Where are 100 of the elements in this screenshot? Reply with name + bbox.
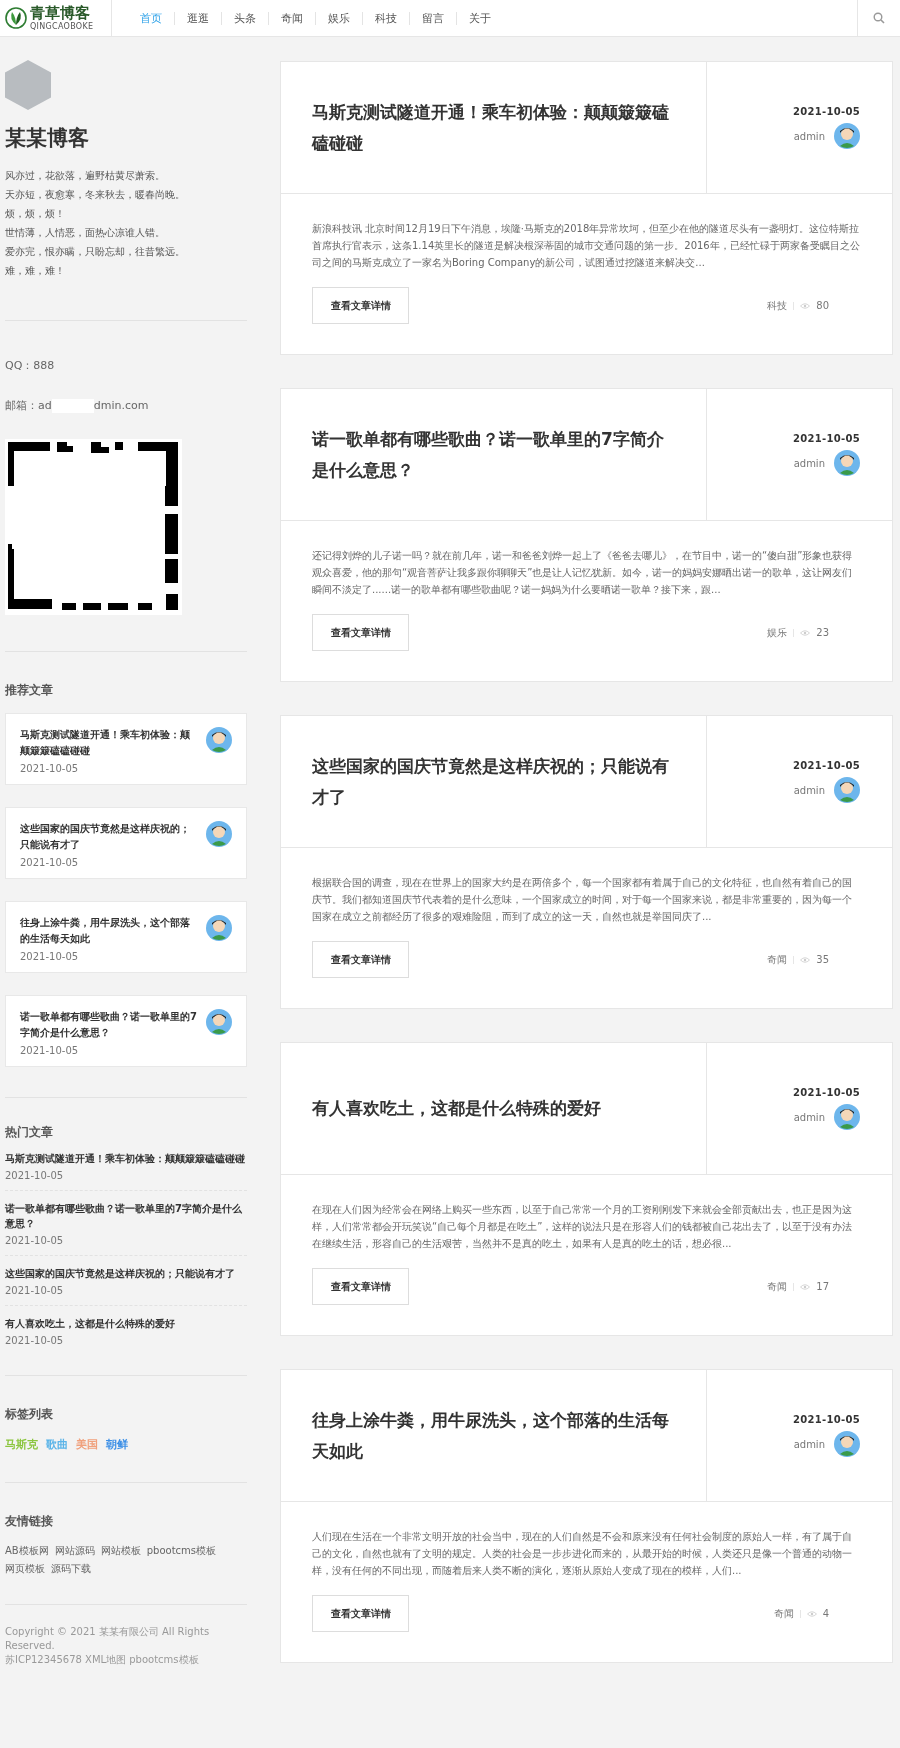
article-title[interactable]: 诺一歌单都有哪些歌曲？诺一歌单里的7字简介是什么意思？ [20,1009,198,1041]
leaf-logo-icon [5,7,27,29]
nav-link[interactable]: 科技 [362,11,409,25]
section-heading: 标签列表 [5,1406,54,1423]
qq-text: QQ：888 [5,359,55,373]
bio-line: 世情薄，人情恶，面热心凉谁人错。 [5,226,166,240]
article-title[interactable]: 诺一歌单都有哪些歌曲？诺一歌单里的7字简介是什么意思？ [5,1201,247,1231]
post-excerpt: 新浪科技讯 北京时间12月19日下午消息，埃隆·马斯克的2018年异常坎坷，但至少在他的隧道尽头有一盏明灯。这位特斯拉首席执行官表示，这条1.14英里长的隧道是解决根深蒂固的城市交通问题的第一步。2016年，已经忙碌于两家备受瞩目之公司之间的马斯克成立了一家名为Boring Company的新公司，试图通过挖隧道来解决交... [312,222,861,270]
post-date: 2021-10-05 [793,433,860,444]
email-text: 邮箱：ad [5,399,52,413]
copyright-text: Copyright © 2021 某某有限公司 All Rights Reserved. [5,1625,211,1653]
nav-link[interactable]: 关于 [456,11,503,25]
eye-icon [800,302,811,309]
article-title[interactable]: 马斯克测试隧道开通！乘车初体验：颠颠簸簸磕磕碰碰 [20,727,198,759]
email-text: dmin.com [93,399,149,413]
article-date: 2021-10-05 [20,857,80,868]
nav-link[interactable]: 娱乐 [315,11,362,25]
friend-link[interactable]: AB模板网 [5,1544,49,1558]
article-date: 2021-10-05 [5,1170,65,1181]
section-heading: 友情链接 [5,1513,54,1530]
read-more-button[interactable]: 查看文章详情 [312,614,409,651]
section-heading: 推荐文章 [5,682,54,699]
post-title[interactable]: 马斯克测试隧道开通！乘车初体验：颠颠簸簸磕磕碰碰 [312,96,676,159]
search-icon[interactable] [873,12,885,24]
eye-icon [800,629,811,636]
post-excerpt: 在现在人们因为经常会在网络上购买一些东西，以至于自己常常一个月的工资刚刚发下来就会全部贡献出去，也正是因为这样，人们常常都会开玩笑说“自己每个月都是在吃土”，这样的说法只是在形容人们的钱都被自己花出去了，以至于没有办法在继续生活，形容自己的生活艰苦，当然并不是真的吃土，如果有人是真的吃土的话，想必很... [312,1203,854,1251]
author-name: admin [793,130,825,142]
avatar-icon [206,1009,232,1035]
view-count: 17 [816,1281,829,1292]
view-count: 80 [816,300,829,311]
logo-text: 青草博客 [30,5,91,21]
read-more-button[interactable]: 查看文章详情 [312,1268,409,1305]
copyright-text: 苏ICP12345678 XML地图 pbootcms模板 [5,1653,200,1667]
eye-icon [806,1610,817,1617]
category-label[interactable]: 奇闻 [773,1606,794,1621]
article-title[interactable]: 这些国家的国庆节竟然是这样庆祝的；只能说有才了 [5,1266,247,1281]
nav-link[interactable]: 留言 [409,11,456,25]
article-date: 2021-10-05 [20,763,80,774]
category-label[interactable]: 奇闻 [767,952,788,967]
article-title[interactable]: 往身上涂牛粪，用牛尿洗头，这个部落的生活每天如此 [20,915,198,947]
author-name: admin [793,457,825,469]
nav-link[interactable]: 奇闻 [268,11,315,25]
friend-link[interactable]: 网站模板 [100,1544,141,1558]
avatar-icon [834,450,860,476]
section-heading: 热门文章 [5,1124,54,1141]
avatar-icon [834,123,860,149]
read-more-button[interactable]: 查看文章详情 [312,287,409,324]
avatar-icon [834,777,860,803]
bio-line: 爱亦完，恨亦瞒，只盼忘却，往昔繁远。 [5,245,186,259]
bio-line: 难，难，难！ [5,264,66,278]
post-excerpt: 根据联合国的调查，现在在世界上的国家大约是在两倍多个，每一个国家都有着属于自己的文化特征，也自然有着自己的国庆节。我们都知道国庆节代表着的是什么意味，一个国家成立的时间，对于每一个国家来说，都是非常重要的，因为每一个国家在成立之前都经历了很多的艰难险阻，而到了成立的这一天，自然也就是举国同庆了... [312,876,853,924]
nav-link[interactable]: 头条 [221,11,268,25]
article-card[interactable]: 往身上涂牛粪，用牛尿洗头，这个部落的生活每天如此 2021-10-05 [5,901,247,973]
category-label[interactable]: 科技 [767,298,788,313]
category-label[interactable]: 奇闻 [767,1279,788,1294]
article-date: 2021-10-05 [5,1235,65,1246]
article-title[interactable]: 这些国家的国庆节竟然是这样庆祝的；只能说有才了 [20,821,198,853]
article-date: 2021-10-05 [20,951,80,962]
read-more-button[interactable]: 查看文章详情 [312,1595,409,1632]
avatar-icon [206,727,232,753]
nav-link[interactable]: 逛逛 [174,11,221,25]
post-title[interactable]: 诺一歌单都有哪些歌曲？诺一歌单里的7字简介是什么意思？ [312,423,676,486]
avatar-icon [834,1104,860,1130]
bio-line: 风亦过，花欲落，遍野枯黄尽萧索。 [5,169,166,183]
post-excerpt: 还记得刘烨的儿子诺一吗？就在前几年，诺一和爸爸刘烨一起上了《爸爸去哪儿》，在节目中，诺一的“傻白甜”形象也获得观众喜爱，他的那句“观音菩萨让我多跟你聊聊天”也是让人记忆犹新。如今，诺一的妈妈安娜晒出诺一的歌单，这让网友们瞬间不淡定了......诺一的歌单都有哪些歌曲呢？诺一妈妈为什么要晒诺一歌单？接下来，跟... [312,549,854,597]
view-count: 23 [816,627,829,638]
post-title[interactable]: 有人喜欢吃土，这都是什么特殊的爱好 [312,1093,601,1124]
author-name: admin [793,1111,825,1123]
author-name: admin [793,784,825,796]
bio-line: 天亦短，夜愈寒，冬来秋去，暖春尚晚。 [5,188,186,202]
post-title[interactable]: 往身上涂牛粪，用牛尿洗头，这个部落的生活每天如此 [312,1404,676,1467]
bio-line: 烦，烦，烦！ [5,207,66,221]
logo-subtitle: QINGCAOBOKE [30,22,94,31]
friend-link[interactable]: 网站源码 [54,1544,95,1558]
article-title[interactable]: 马斯克测试隧道开通！乘车初体验：颠颠簸簸磕磕碰碰 [5,1151,247,1166]
article-card[interactable]: 这些国家的国庆节竟然是这样庆祝的；只能说有才了 2021-10-05 [5,807,247,879]
post-date: 2021-10-05 [793,106,860,117]
avatar-icon [206,915,232,941]
post-excerpt: 人们现在生活在一个非常文明开放的社会当中，现在的人们自然是不会和原来没有任何社会制度的原始人一样，有了属于自己的文化，自然也就有了文明的规定。人类的社会是一步步进化而来的，从最开始的时候，人类还只是像一个普通的动物一样，没有任何的不同出现，而随着后来人类不断的演化，逐渐从原始人变成了现在的模样，人们... [312,1530,853,1578]
read-more-button[interactable]: 查看文章详情 [312,941,409,978]
view-count: 4 [822,1608,829,1619]
friend-link[interactable]: 源码下载 [51,1562,91,1576]
article-title[interactable]: 有人喜欢吃土，这都是什么特殊的爱好 [5,1316,247,1331]
article-card[interactable]: 马斯克测试隧道开通！乘车初体验：颠颠簸簸磕磕碰碰 2021-10-05 [5,713,247,785]
eye-icon [800,956,811,963]
blog-title: 某某博客 [5,125,90,152]
friend-link[interactable]: 网页模板 [5,1562,45,1576]
post-title[interactable]: 这些国家的国庆节竟然是这样庆祝的；只能说有才了 [312,750,676,813]
category-label[interactable]: 娱乐 [767,625,788,640]
article-date: 2021-10-05 [20,1045,80,1056]
avatar-icon [834,1431,860,1457]
article-date: 2021-10-05 [5,1285,65,1296]
view-count: 35 [816,954,829,965]
eye-icon [800,1283,811,1290]
avatar-icon [206,821,232,847]
article-date: 2021-10-05 [5,1335,65,1346]
post-date: 2021-10-05 [793,760,860,771]
author-name: admin [793,1438,825,1450]
friend-link[interactable]: pbootcms模板 [146,1544,216,1558]
article-card[interactable]: 诺一歌单都有哪些歌曲？诺一歌单里的7字简介是什么意思？ 2021-10-05 [5,995,247,1067]
